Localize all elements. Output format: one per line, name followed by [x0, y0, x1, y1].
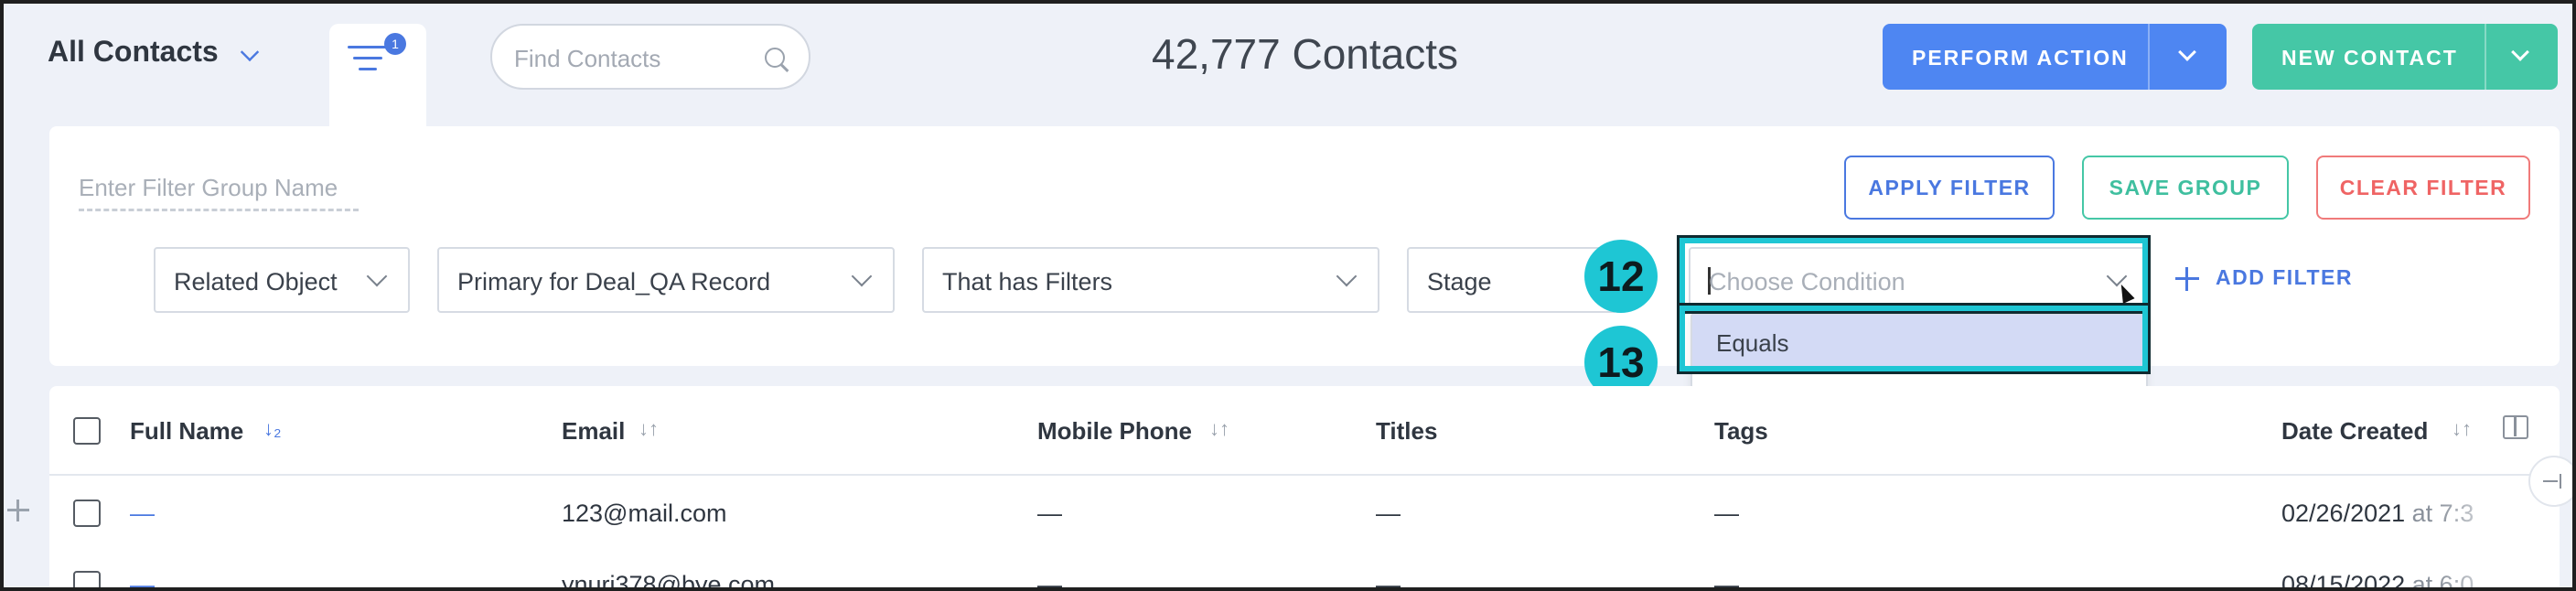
clear-filter-button[interactable]: CLEAR FILTER	[2316, 156, 2530, 220]
related-object-select[interactable]: Related Object	[154, 247, 410, 313]
select-value: Primary for Deal_QA Record	[457, 268, 771, 296]
cell-full-name[interactable]: —	[130, 571, 155, 587]
page-title[interactable]: All Contacts	[48, 35, 219, 69]
perform-action-button[interactable]: PERFORM ACTION	[1883, 24, 2227, 90]
select-value: That has Filters	[942, 268, 1113, 296]
select-value: Stage	[1427, 268, 1492, 296]
cell-tags: —	[1714, 571, 1739, 591]
row-fade-overlay	[2437, 479, 2547, 587]
plus-icon[interactable]	[7, 500, 29, 521]
app-frame: All Contacts 1 Find Contacts 42,777 Cont…	[0, 0, 2576, 591]
collapse-icon[interactable]	[2528, 456, 2572, 507]
chevron-down-icon[interactable]	[2178, 43, 2196, 61]
date-value: 02/26/2021	[2281, 500, 2406, 527]
column-header-email[interactable]: Email	[562, 417, 625, 446]
filter-count-badge: 1	[384, 33, 406, 55]
split-divider	[2148, 24, 2150, 90]
contact-count: 42,777 Contacts	[1152, 30, 1459, 78]
group-name-underline	[79, 209, 359, 211]
sort-icon[interactable]: ↓↑	[2452, 417, 2472, 441]
filter-icon	[348, 46, 388, 82]
chevron-down-icon	[366, 265, 388, 287]
highlight-equals-option	[1680, 306, 2148, 371]
step-badge-12: 12	[1584, 240, 1658, 313]
row-checkbox[interactable]	[73, 500, 101, 527]
new-contact-label: NEW CONTACT	[2281, 46, 2458, 70]
chevron-down-icon	[851, 265, 873, 287]
cell-titles: —	[1376, 571, 1401, 591]
primary-record-select[interactable]: Primary for Deal_QA Record	[437, 247, 895, 313]
columns-icon[interactable]	[2503, 415, 2528, 439]
sort-icon[interactable]: ↓₂	[263, 417, 282, 441]
select-value: Related Object	[174, 268, 338, 296]
header-divider	[49, 474, 2560, 476]
search-icon[interactable]	[765, 48, 785, 68]
cell-tags: —	[1714, 500, 1739, 527]
date-value: 08/15/2022	[2281, 571, 2406, 591]
new-contact-button[interactable]: NEW CONTACT	[2252, 24, 2558, 90]
save-group-button[interactable]: SAVE GROUP	[2082, 156, 2289, 220]
search-input[interactable]: Find Contacts	[490, 24, 810, 90]
chevron-down-icon	[1336, 265, 1358, 287]
filter-group-name-input[interactable]: Enter Filter Group Name	[79, 174, 338, 202]
column-header-tags[interactable]: Tags	[1714, 417, 1768, 446]
row-checkbox[interactable]	[73, 571, 101, 587]
filter-toggle-tab[interactable]: 1	[329, 24, 426, 126]
cell-mobile: —	[1037, 500, 1062, 527]
apply-filter-button[interactable]: APPLY FILTER	[1844, 156, 2055, 220]
perform-action-label: PERFORM ACTION	[1912, 46, 2129, 70]
add-filter-button[interactable]: ADD FILTER	[2216, 265, 2353, 290]
highlight-condition-select	[1680, 238, 2148, 311]
chevron-down-icon[interactable]	[240, 42, 260, 62]
chevron-down-icon[interactable]	[2511, 43, 2529, 61]
column-header-full-name[interactable]: Full Name	[130, 417, 243, 446]
cell-email: 123@mail.com	[562, 500, 727, 527]
cell-titles: —	[1376, 500, 1401, 527]
column-header-date-created[interactable]: Date Created	[2281, 417, 2428, 446]
contacts-table	[49, 386, 2560, 587]
plus-icon[interactable]	[2175, 267, 2199, 291]
cell-email: ynuri378@bye.com	[562, 571, 776, 591]
sort-icon[interactable]: ↓↑	[639, 417, 659, 441]
cell-mobile: —	[1037, 571, 1062, 591]
column-header-mobile-phone[interactable]: Mobile Phone	[1037, 417, 1192, 446]
search-placeholder: Find Contacts	[514, 45, 661, 72]
split-divider	[2485, 24, 2486, 90]
select-all-checkbox[interactable]	[73, 417, 101, 445]
has-filters-select[interactable]: That has Filters	[922, 247, 1379, 313]
sort-icon[interactable]: ↓↑	[1209, 417, 1229, 441]
cell-full-name[interactable]: —	[130, 500, 155, 528]
column-header-titles[interactable]: Titles	[1376, 417, 1437, 446]
